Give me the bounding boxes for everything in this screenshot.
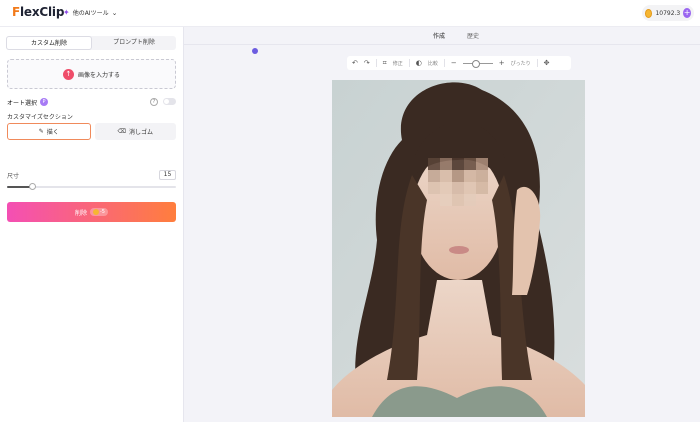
divider [375,59,377,67]
cursor-dot [252,48,258,54]
erase-button[interactable]: 削除 -5 [7,202,176,222]
eraser-label: 消しゴム [128,129,153,136]
crop-label[interactable]: 修正 [393,60,403,67]
erase-cost-badge: -5 [90,208,108,216]
eraser-button[interactable]: ⌫ 消しゴム [94,123,176,140]
erase-button-label: 削除 [74,209,87,217]
divider [536,59,538,67]
top-bar: FlexClip ✦ 他のAIツール ⌄ 10792.3 + [0,0,700,27]
brush-button[interactable]: ✎ 描く [7,123,91,140]
move-icon[interactable]: ✥ [544,59,550,67]
brush-icon: ✎ [38,128,44,135]
mode-switch: カスタム削除 プロンプト削除 [6,36,176,50]
tab-divider [184,44,700,45]
upload-icon: ↑ [62,68,74,80]
left-panel: カスタム削除 プロンプト削除 ↑ 画像を入力する オート選択 P ? カスタマイ… [0,27,184,422]
portrait-photo [332,80,585,417]
ai-tools-menu[interactable]: ✦ 他のAIツール ⌄ [63,8,117,17]
erase-cost-value: -5 [100,209,105,215]
divider [408,59,410,67]
chevron-down-icon: ⌄ [111,8,118,17]
compare-icon[interactable]: ◐ [416,59,422,67]
custom-section-title: カスタマイズセクション [7,114,73,121]
sparkle-icon: ✦ [63,8,70,17]
brush-size-slider[interactable] [7,183,176,190]
workspace-tabs: 作成 歴史 [433,31,479,45]
redo-icon[interactable]: ↷ [364,59,370,67]
upload-label: 画像を入力する [77,71,120,79]
compare-label[interactable]: 比較 [428,60,438,67]
brush-label: 描く [46,129,59,136]
coin-icon [93,209,99,215]
crop-icon[interactable]: ⌗ [383,59,387,68]
tab-custom-erase[interactable]: カスタム削除 [6,36,92,50]
add-credits-icon[interactable]: + [683,8,691,18]
auto-select-label: オート選択 [7,99,38,107]
ai-tools-label: 他のAIツール [72,10,109,17]
tab-history[interactable]: 歴史 [467,31,479,45]
brush-tools: ✎ 描く ⌫ 消しゴム [7,123,176,140]
credits-badge[interactable]: 10792.3 + [642,5,694,21]
premium-badge: P [40,98,49,106]
auto-select-toggle[interactable] [163,98,176,105]
tab-prompt-erase[interactable]: プロンプト削除 [92,36,176,50]
zoom-slider[interactable] [462,59,493,68]
brush-size-input[interactable]: 15 [159,170,176,180]
upload-image-button[interactable]: ↑ 画像を入力する [7,59,176,89]
tab-create[interactable]: 作成 [433,31,446,45]
fit-label[interactable]: ぴったり [511,60,531,67]
brush-size-label: 尺寸 [7,173,20,180]
flexclip-logo[interactable]: FlexClip [12,5,64,19]
zoom-in-icon[interactable]: + [499,59,505,67]
coin-icon [645,8,653,18]
help-icon[interactable]: ? [150,98,158,106]
divider [443,59,445,67]
canvas-toolbar: ↶ ↷ ⌗ 修正 ◐ 比較 − + ぴったり ✥ [347,56,571,70]
credits-value: 10792.3 [655,9,681,17]
zoom-out-icon[interactable]: − [451,59,457,67]
brush-size-slider-handle[interactable] [29,183,37,190]
undo-icon[interactable]: ↶ [352,59,358,67]
eraser-icon: ⌫ [117,128,126,135]
brush-size-row: 尺寸 15 [7,170,176,181]
image-canvas[interactable] [332,80,585,417]
auto-select-row: オート選択 P ? [7,97,176,107]
